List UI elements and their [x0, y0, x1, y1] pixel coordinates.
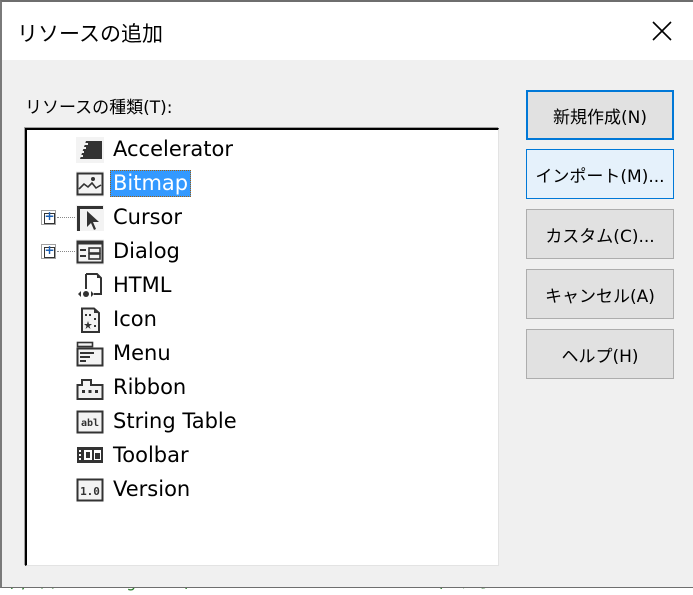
help-button[interactable]: ヘルプ(H): [526, 329, 674, 379]
tree-item[interactable]: Bitmap: [27, 167, 498, 201]
svg-text:abl: abl: [81, 418, 99, 429]
close-button[interactable]: [631, 2, 693, 60]
new-button[interactable]: 新規作成(N): [526, 90, 674, 140]
tree-item[interactable]: Icon: [27, 303, 498, 337]
cursor-icon: [76, 205, 104, 231]
string-table-icon: abl: [76, 409, 104, 435]
tree-item[interactable]: Ribbon: [27, 371, 498, 405]
tree-connector-line: [57, 251, 75, 252]
ribbon-icon: [76, 375, 104, 401]
accelerator-icon: [76, 137, 104, 163]
expand-plus-icon[interactable]: [41, 209, 56, 225]
tree-item-label[interactable]: Version: [110, 476, 193, 503]
expand-plus-icon[interactable]: [41, 243, 56, 259]
import-button[interactable]: インポート(M)...: [526, 149, 674, 199]
tree-item[interactable]: Dialog: [27, 235, 498, 269]
svg-text:1.0: 1.0: [80, 485, 100, 498]
tree-item[interactable]: HTML: [27, 269, 498, 303]
tree-item-label[interactable]: Menu: [110, 340, 174, 367]
custom-button[interactable]: カスタム(C)...: [526, 209, 674, 259]
tree-item-label[interactable]: Ribbon: [110, 374, 189, 401]
tree-item-label[interactable]: Dialog: [110, 238, 183, 265]
dialog-title: リソースの追加: [17, 22, 163, 46]
toolbar-icon: [76, 443, 104, 469]
icon-resource-icon: [76, 307, 104, 333]
tree-item[interactable]: Cursor: [27, 201, 498, 235]
tree-item[interactable]: Menu: [27, 337, 498, 371]
tree-item-label[interactable]: Bitmap: [110, 170, 192, 197]
tree-item-label[interactable]: Toolbar: [110, 442, 192, 469]
add-resource-dialog: リソースの追加 リソースの種類(T): Accelerator Bitmap Cur…: [0, 0, 693, 588]
title-bar: リソースの追加: [2, 2, 693, 60]
tree-item-label[interactable]: String Table: [110, 408, 240, 435]
tree-item[interactable]: abl String Table: [27, 405, 498, 439]
tree-item[interactable]: 1.0 Version: [27, 473, 498, 507]
resource-type-tree[interactable]: Accelerator Bitmap Cursor Dialog HTML Icon Men…: [25, 128, 499, 566]
cancel-button[interactable]: キャンセル(A): [526, 269, 674, 319]
dialog-icon: [76, 239, 104, 265]
bitmap-icon: [76, 171, 104, 197]
close-icon: [652, 21, 672, 41]
html-icon: [76, 273, 104, 299]
version-icon: 1.0: [76, 477, 104, 503]
tree-item[interactable]: Accelerator: [27, 133, 498, 167]
menu-icon: [76, 341, 104, 367]
resource-type-label: リソースの種類(T):: [25, 98, 173, 118]
tree-item-label[interactable]: Cursor: [110, 204, 185, 231]
tree-item-label[interactable]: Icon: [110, 306, 160, 333]
tree-item[interactable]: Toolbar: [27, 439, 498, 473]
tree-item-label[interactable]: HTML: [110, 272, 174, 299]
tree-item-label[interactable]: Accelerator: [110, 136, 236, 163]
tree-connector-line: [57, 217, 75, 218]
